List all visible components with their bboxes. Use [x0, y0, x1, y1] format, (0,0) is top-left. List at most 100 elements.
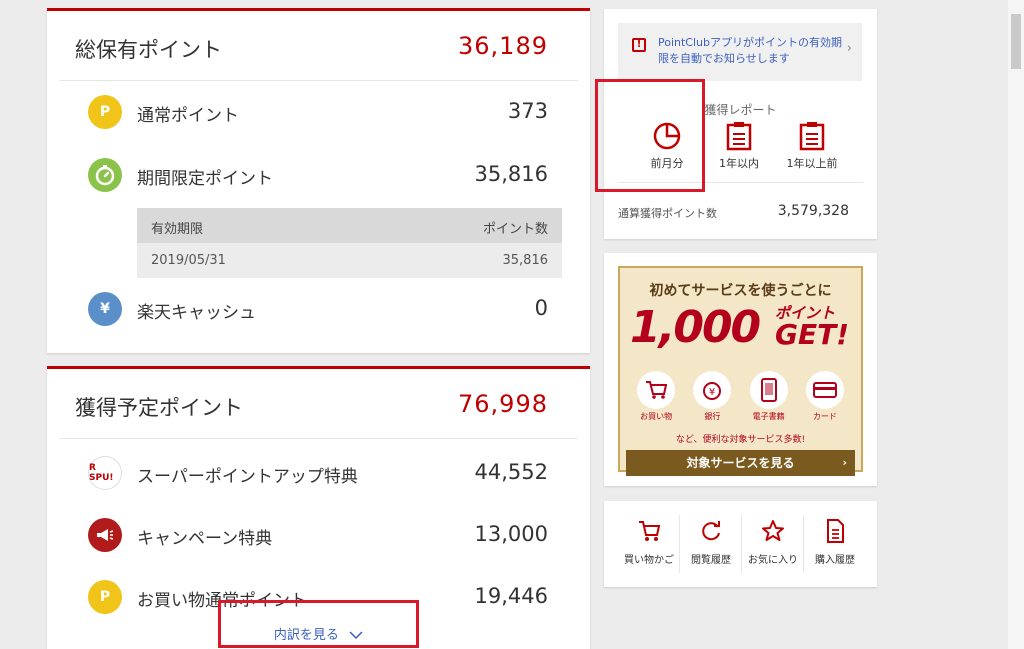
credit-card-icon — [805, 371, 844, 409]
expiry-date: 2019/05/31 — [151, 253, 226, 268]
promo-banner[interactable]: 初めてサービスを使うごとに 1,000 ポイント GET! お買い物 ¥ 銀行 … — [618, 266, 863, 476]
expiry-table-row: 2019/05/31 35,816 — [137, 243, 562, 278]
shopping-points-label: お買い物通常ポイント — [137, 591, 307, 611]
divider — [59, 438, 578, 439]
spu-row: R SPU! スーパーポイントアップ特典 44,552 — [47, 453, 590, 493]
promo-item-shopping: お買い物 — [629, 371, 683, 421]
star-icon — [742, 515, 804, 547]
view-services-button[interactable]: 対象サービスを見る › — [626, 450, 855, 476]
cumulative-points-value: 3,579,328 — [777, 203, 849, 219]
shopping-points-row: P お買い物通常ポイント 19,446 — [47, 577, 590, 617]
planned-points-title: 獲得予定ポイント — [75, 396, 243, 420]
total-points-header: 総保有ポイント 36,189 — [47, 11, 590, 81]
promo-headline: 初めてサービスを使うごとに — [649, 283, 832, 299]
spu-label: スーパーポイントアップ特典 — [137, 467, 358, 487]
browsing-history-label: 閲覧履歴 — [691, 555, 731, 566]
document-icon — [804, 515, 866, 547]
cumulative-points-row: 通算獲得ポイント数 3,579,328 — [618, 203, 849, 221]
clipboard-icon — [777, 117, 847, 155]
expiry-table: 有効期限 ポイント数 2019/05/31 35,816 — [137, 208, 562, 278]
points-p-icon: P — [88, 580, 122, 614]
shortcut-card: 買い物かご 閲覧履歴 お気に入り 購入履歴 — [604, 501, 877, 587]
spu-value: 44,552 — [474, 460, 548, 484]
rakuten-cash-label: 楽天キャッシュ — [137, 303, 256, 323]
app-notice-text: PointClubアプリがポイントの有効期限を自動でお知らせします — [658, 36, 843, 65]
favorites-button[interactable]: お気に入り — [742, 515, 804, 575]
shopping-cart-label: 買い物かご — [624, 555, 674, 566]
earn-report-title: 獲得レポート — [704, 103, 777, 117]
expiry-header-date: 有効期限 — [151, 222, 204, 237]
report-over-year-label: 1年以上前 — [786, 157, 838, 170]
refresh-icon — [680, 515, 742, 547]
chevron-right-icon: › — [842, 456, 847, 469]
yen-icon: ¥ — [88, 292, 122, 326]
app-notice-banner[interactable]: ! PointClubアプリがポイントの有効期限を自動でお知らせします › — [618, 23, 862, 81]
rakuten-cash-row: ¥ 楽天キャッシュ 0 — [47, 289, 590, 329]
scrollbar-thumb[interactable] — [1011, 14, 1021, 69]
limited-points-row: 期間限定ポイント 35,816 — [47, 155, 590, 195]
chevron-right-icon: › — [846, 41, 852, 56]
spu-icon: R SPU! — [88, 456, 122, 490]
promo-item-bank: ¥ 銀行 — [685, 371, 739, 421]
regular-points-icon: P — [88, 95, 122, 129]
alert-icon: ! — [632, 38, 646, 52]
promo-service-icons: お買い物 ¥ 銀行 電子書籍 カード — [628, 371, 853, 421]
shopping-points-value: 19,446 — [474, 584, 548, 608]
campaign-label: キャンペーン特典 — [137, 529, 273, 549]
limited-points-label: 期間限定ポイント — [137, 169, 273, 189]
planned-points-card: 獲得予定ポイント 76,998 R SPU! スーパーポイントアップ特典 44,… — [47, 366, 590, 649]
promo-amount: 1,000 — [630, 302, 761, 353]
pie-chart-icon — [632, 117, 702, 155]
promo-item-card: カード — [798, 371, 852, 421]
expiry-header-points: ポイント数 — [482, 222, 548, 237]
chevron-down-icon — [349, 631, 363, 640]
report-last-month-label: 前月分 — [650, 157, 684, 170]
total-points-title: 総保有ポイント — [75, 38, 222, 62]
favorites-label: お気に入り — [748, 555, 798, 566]
promo-item-label: カード — [812, 412, 837, 421]
total-points-value: 36,189 — [458, 32, 548, 60]
wallet-icon: ¥ — [693, 371, 732, 409]
breakdown-link[interactable]: 内訳を見る — [47, 624, 590, 643]
vertical-scrollbar[interactable] — [1008, 0, 1024, 649]
planned-points-value: 76,998 — [458, 390, 548, 418]
regular-points-value: 373 — [507, 99, 548, 123]
expiry-table-header: 有効期限 ポイント数 — [137, 208, 562, 243]
total-points-card: 総保有ポイント 36,189 P 通常ポイント 373 期間限定ポイント 35,… — [47, 8, 590, 353]
promo-banner-card: 初めてサービスを使うごとに 1,000 ポイント GET! お買い物 ¥ 銀行 … — [604, 253, 877, 486]
planned-points-header: 獲得予定ポイント 76,998 — [47, 369, 590, 439]
report-within-year-label: 1年以内 — [719, 157, 759, 170]
divider — [59, 80, 578, 81]
view-services-label: 対象サービスを見る — [686, 456, 795, 470]
promo-get-word: GET! — [775, 318, 849, 351]
promo-item-label: 銀行 — [704, 412, 721, 421]
promo-item-label: お買い物 — [640, 412, 673, 421]
report-last-month-button[interactable]: 前月分 — [632, 117, 702, 172]
promo-item-ebook: 電子書籍 — [742, 371, 796, 421]
tablet-icon — [749, 371, 788, 409]
campaign-value: 13,000 — [474, 522, 548, 546]
purchase-history-label: 購入履歴 — [815, 555, 855, 566]
megaphone-icon — [88, 518, 122, 552]
limited-points-value: 35,816 — [474, 162, 548, 186]
earn-report-card: ! PointClubアプリがポイントの有効期限を自動でお知らせします › 獲得… — [604, 9, 877, 239]
campaign-row: キャンペーン特典 13,000 — [47, 515, 590, 555]
report-over-year-button[interactable]: 1年以上前 — [777, 117, 847, 172]
breakdown-label: 内訳を見る — [273, 628, 339, 643]
clipboard-icon — [704, 117, 774, 155]
report-within-year-button[interactable]: 1年以内 — [704, 117, 774, 172]
promo-item-label: 電子書籍 — [752, 412, 785, 421]
regular-points-row: P 通常ポイント 373 — [47, 92, 590, 132]
cumulative-points-label: 通算獲得ポイント数 — [618, 207, 717, 220]
cart-icon — [618, 515, 680, 547]
browsing-history-button[interactable]: 閲覧履歴 — [680, 515, 742, 575]
promo-note: など、便利な対象サービス多数! — [675, 435, 806, 445]
purchase-history-button[interactable]: 購入履歴 — [804, 515, 866, 575]
divider — [618, 182, 863, 183]
svg-text:¥: ¥ — [709, 387, 715, 398]
rakuten-cash-value: 0 — [534, 296, 548, 320]
timer-icon — [88, 158, 122, 192]
expiry-points: 35,816 — [502, 253, 549, 268]
cart-icon — [637, 371, 676, 409]
shopping-cart-button[interactable]: 買い物かご — [618, 515, 680, 575]
